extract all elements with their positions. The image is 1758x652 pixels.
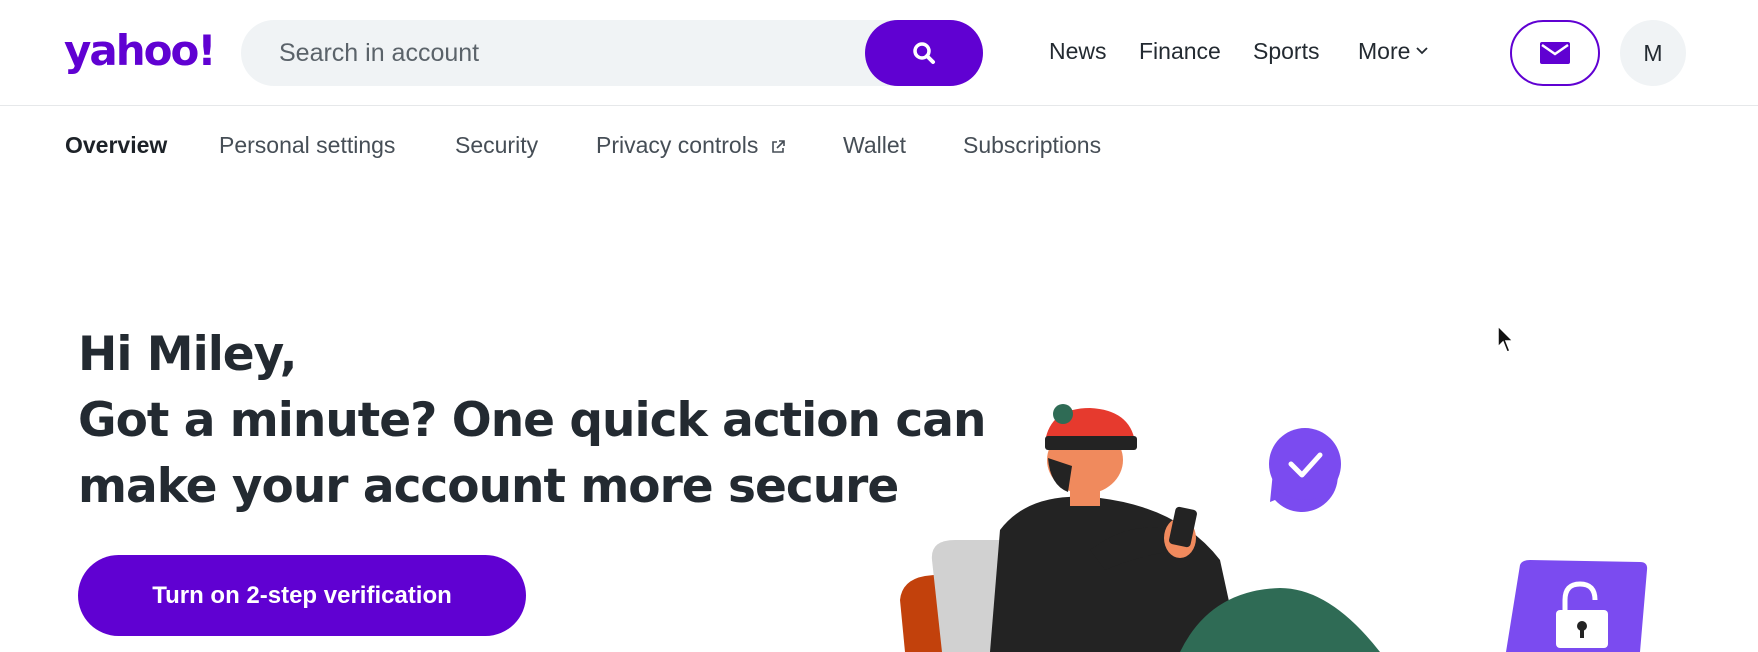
security-illustration (900, 404, 1648, 652)
beanie-band (1045, 436, 1137, 450)
top-header: yahoo! News Finance Sports More (0, 0, 1758, 106)
hero-line-3: make your account more secure (78, 459, 899, 514)
nav-finance[interactable]: Finance (1139, 36, 1221, 66)
nav-sports[interactable]: Sports (1253, 36, 1319, 66)
search-button[interactable] (865, 20, 983, 86)
search-icon (913, 42, 935, 64)
tab-personal-settings[interactable]: Personal settings (219, 130, 395, 160)
enable-2-step-verification-button[interactable]: Turn on 2-step verification (78, 555, 526, 636)
account-subnav: Overview Personal settings Security Priv… (0, 106, 1758, 180)
check-circle (1269, 428, 1341, 500)
chevron-down-icon (1416, 47, 1429, 55)
avatar[interactable]: M (1620, 20, 1686, 86)
nav-more[interactable]: More (1358, 36, 1429, 66)
account-overview-page: yahoo! News Finance Sports More (0, 0, 1758, 652)
tab-privacy-controls[interactable]: Privacy controls (596, 130, 786, 160)
external-link-icon (771, 140, 785, 153)
nav-news[interactable]: News (1049, 36, 1107, 66)
tab-wallet[interactable]: Wallet (843, 130, 906, 160)
hero-greeting: Hi Miley, (78, 327, 298, 382)
hero-heading: Hi Miley, Got a minute? One quick action… (78, 322, 986, 520)
search-bar (241, 20, 983, 86)
tab-security[interactable]: Security (455, 130, 538, 160)
tab-subscriptions[interactable]: Subscriptions (963, 130, 1101, 160)
yahoo-logo[interactable]: yahoo! (64, 26, 216, 76)
beanie-pompom (1053, 404, 1073, 424)
mail-icon (1540, 42, 1570, 64)
tab-overview[interactable]: Overview (65, 130, 167, 160)
keyhole-slot (1580, 628, 1584, 638)
hero-line-2: Got a minute? One quick action can (78, 393, 986, 448)
search-input[interactable] (279, 20, 859, 86)
nav-more-label: More (1358, 38, 1411, 64)
mouse-cursor-icon (1497, 325, 1515, 353)
mail-button[interactable] (1510, 20, 1600, 86)
tab-privacy-controls-label: Privacy controls (596, 132, 759, 158)
